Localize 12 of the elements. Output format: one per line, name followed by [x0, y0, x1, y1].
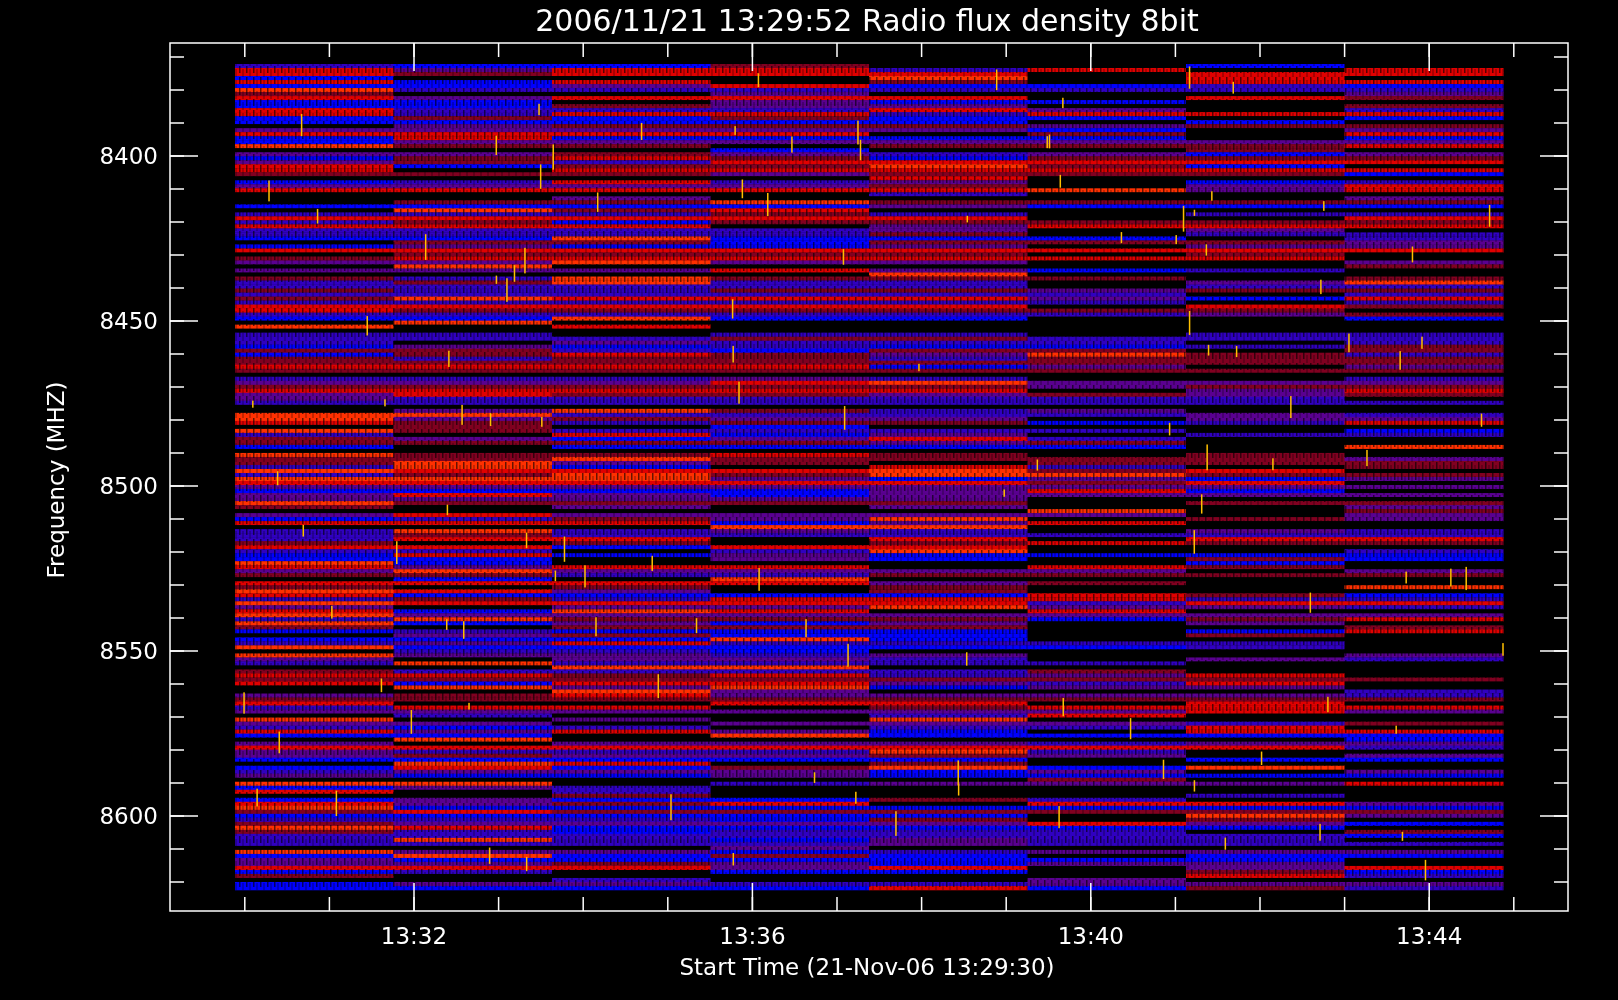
y-tick-label: 8550 [99, 638, 158, 664]
y-axis-label: Frequency (MHZ) [43, 381, 69, 579]
x-tick-label: 13:44 [1396, 923, 1463, 949]
x-tick-label: 13:32 [380, 923, 448, 949]
x-tick-label: 13:36 [719, 923, 786, 949]
x-axis-label: Start Time (21-Nov-06 13:29:30) [679, 954, 1055, 980]
y-tick-label: 8500 [99, 473, 158, 499]
x-tick-label: 13:40 [1057, 923, 1124, 949]
y-tick-label: 8450 [99, 308, 158, 334]
plot-title: 2006/11/21 13:29:52 Radio flux density 8bit [535, 3, 1199, 38]
y-tick-label: 8400 [99, 143, 158, 169]
y-tick-label: 8600 [99, 803, 158, 829]
